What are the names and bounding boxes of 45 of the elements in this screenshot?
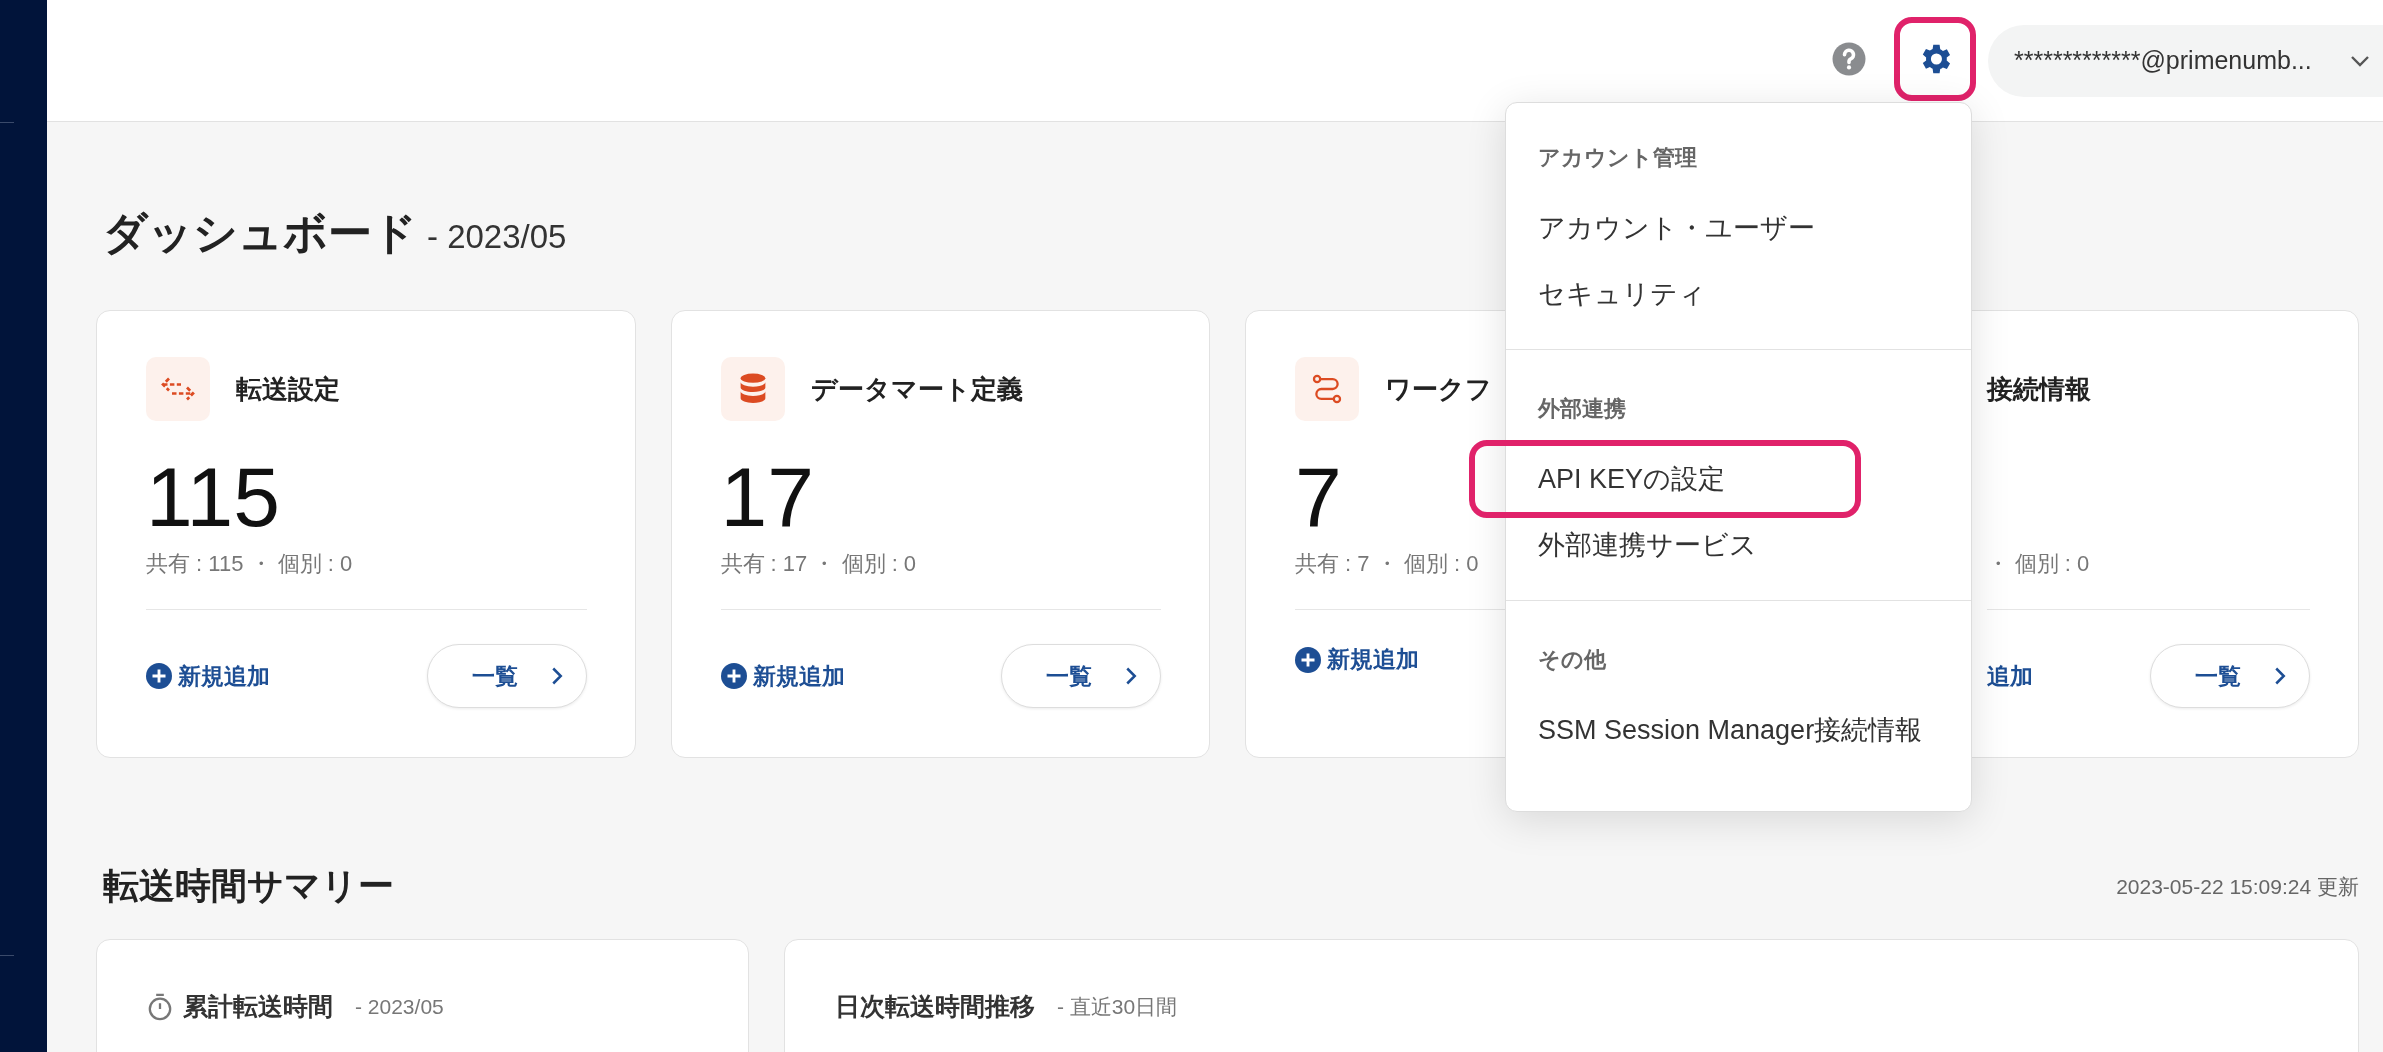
menu-item[interactable]: セキュリティ bbox=[1538, 261, 1971, 327]
menu-item[interactable]: API KEYの設定 bbox=[1469, 440, 1861, 518]
menu-heading: その他 bbox=[1538, 646, 1607, 674]
menu-item[interactable]: アカウント・ユーザー bbox=[1538, 195, 1971, 261]
chevron-right-icon bbox=[549, 666, 564, 686]
page-period: - 2023/05 bbox=[427, 218, 567, 256]
arrows-icon bbox=[146, 357, 210, 421]
card-title: 転送設定 bbox=[236, 372, 340, 406]
card-title: ワークフ bbox=[1385, 372, 1492, 406]
plus-icon bbox=[720, 663, 747, 689]
card-stats: 共有 : 17 ・ 個別 : 0 bbox=[720, 551, 917, 576]
panel-title: 累計転送時間 bbox=[183, 991, 333, 1022]
card-title: 接続情報 bbox=[1986, 372, 2091, 406]
caret-icon bbox=[2349, 53, 2371, 68]
card-count: 17 bbox=[720, 450, 814, 544]
database-icon bbox=[720, 357, 785, 421]
chevron-right-icon bbox=[2273, 666, 2287, 686]
panel-title: 日次転送時間推移 bbox=[835, 991, 1035, 1022]
add-new-link[interactable]: 新規追加 bbox=[146, 660, 270, 692]
plus-icon bbox=[146, 663, 172, 689]
card-stats: 共有 : 115 ・ 個別 : 0 bbox=[146, 551, 353, 576]
card-stats: ・ 個別 : 0 bbox=[1986, 551, 2090, 576]
plus-icon bbox=[1295, 646, 1321, 673]
card-stats: 共有 : 7 ・ 個別 : 0 bbox=[1295, 551, 1479, 576]
list-button[interactable]: 一覧 bbox=[2150, 644, 2310, 708]
add-new-link[interactable]: 新規追加 bbox=[1295, 644, 1419, 675]
card-count: 115 bbox=[146, 450, 280, 544]
panel-period: - 直近30日間 bbox=[1057, 993, 1178, 1020]
menu-heading: 外部連携 bbox=[1538, 395, 1627, 423]
add-new-link[interactable]: 新規追加 bbox=[720, 660, 845, 692]
list-button[interactable]: 一覧 bbox=[426, 644, 587, 708]
card-count: 7 bbox=[1295, 450, 1342, 544]
page-title: ダッシュボード bbox=[103, 207, 417, 259]
stopwatch-icon bbox=[147, 992, 173, 1021]
card-title: データマート定義 bbox=[810, 372, 1023, 406]
updated-time: 2023-05-22 15:09:24 更新 bbox=[2116, 873, 2359, 900]
menu-heading: アカウント管理 bbox=[1538, 144, 1698, 172]
add-new-link[interactable]: 追加 bbox=[1986, 660, 2033, 692]
list-button[interactable]: 一覧 bbox=[1001, 644, 1161, 708]
account-dropdown[interactable]: *************@primenumb... bbox=[1988, 24, 2383, 97]
panel-period: - 2023/05 bbox=[355, 994, 444, 1019]
chevron-right-icon bbox=[1124, 666, 1138, 686]
menu-item[interactable]: SSM Session Manager接続情報 bbox=[1538, 697, 1971, 763]
section-title: 転送時間サマリー bbox=[103, 864, 394, 908]
workflow-icon bbox=[1295, 357, 1359, 421]
